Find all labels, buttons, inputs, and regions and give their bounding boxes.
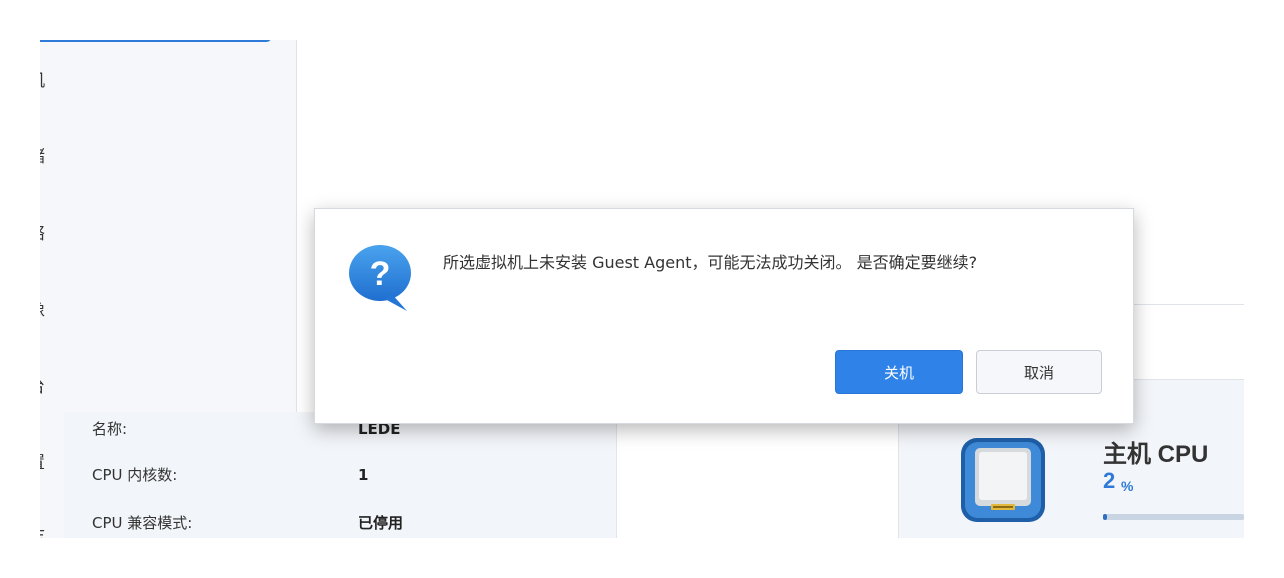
sidebar-item-network[interactable]: 络: [40, 219, 80, 249]
host-cpu-value: 2: [1103, 468, 1116, 493]
host-cpu-usage-fill: [1103, 514, 1108, 520]
sidebar-active-indicator: [40, 40, 272, 42]
confirm-dialog: ? 所选虚拟机上未安装 Guest Agent，可能无法成功关闭。 是否确定要继…: [314, 208, 1134, 424]
info-label: 名称:: [92, 420, 128, 438]
host-cpu-unit: %: [1121, 478, 1134, 494]
sidebar-item-vm[interactable]: 机: [40, 66, 80, 96]
sidebar-item-storage[interactable]: 储: [40, 142, 80, 172]
host-cpu-title: 主机 CPU: [1103, 441, 1209, 468]
info-label: CPU 内核数:: [92, 466, 178, 484]
info-value: 1: [358, 466, 369, 484]
host-cpu-usage-bar: [1103, 514, 1244, 520]
info-value: 已停用: [358, 514, 404, 532]
sidebar-item-platform[interactable]: 台: [40, 372, 80, 402]
shutdown-button[interactable]: 关机: [835, 350, 963, 394]
cpu-chip-icon: [961, 438, 1045, 522]
question-bubble-icon: ?: [349, 245, 411, 311]
vm-info-panel: 名称: LEDE CPU 内核数: 1 CPU 兼容模式: 已停用: [64, 412, 617, 538]
info-label: CPU 兼容模式:: [92, 514, 193, 532]
cancel-button[interactable]: 取消: [976, 350, 1102, 394]
sidebar-item-image[interactable]: 像: [40, 296, 80, 326]
svg-text:?: ?: [370, 255, 391, 293]
info-row-cpu-compat: CPU 兼容模式: 已停用: [64, 508, 616, 538]
info-row-cpu-cores: CPU 内核数: 1: [64, 460, 616, 490]
dialog-message: 所选虚拟机上未安装 Guest Agent，可能无法成功关闭。 是否确定要继续?: [443, 253, 978, 272]
